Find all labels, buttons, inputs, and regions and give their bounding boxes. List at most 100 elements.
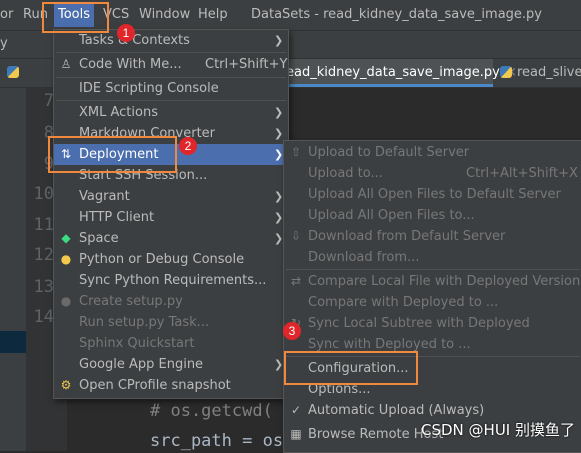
compare-icon: ⇄ xyxy=(290,274,302,288)
line-number: 13 xyxy=(33,277,54,297)
python-file-icon xyxy=(500,66,512,78)
menu-item-label: Sphinx Quickstart xyxy=(79,336,195,351)
profile-icon: ⚙ xyxy=(60,378,72,392)
tools-menu: Tasks & Contexts ❯ ♙ Code With Me... Ctr… xyxy=(53,29,289,399)
menu-item-open-cprofile-snapshot[interactable]: ⚙ Open CProfile snapshot xyxy=(54,375,288,396)
deployment-submenu: ⇧ Upload to Default Server Upload to... … xyxy=(283,140,581,453)
menu-item-upload-default-server: ⇧ Upload to Default Server xyxy=(284,142,581,163)
menu-item-label: XML Actions xyxy=(79,105,158,120)
menu-item-label: Upload to... xyxy=(308,166,383,181)
menu-item-sync-python-requirements[interactable]: Sync Python Requirements... xyxy=(54,270,288,291)
menu-item-label: Python or Debug Console xyxy=(79,252,245,267)
python-icon: ● xyxy=(60,252,72,266)
menu-separator xyxy=(286,269,580,270)
annotation-box-tools xyxy=(42,2,109,33)
nav-label: y xyxy=(0,36,8,51)
menu-item-label: Download from Default Server xyxy=(308,229,506,244)
window-title: DataSets - read_kidney_data_save_image.p… xyxy=(251,7,542,22)
menu-item-python-debug-console[interactable]: ● Python or Debug Console xyxy=(54,249,288,270)
menu-item-label: Sync Local Subtree with Deployed xyxy=(308,316,530,331)
menu-item-download-from: Download from... xyxy=(284,247,581,268)
menu-item-ide-scripting-console[interactable]: IDE Scripting Console xyxy=(54,78,288,99)
tab-label: ead_kidney_data_save_image.py xyxy=(286,65,500,80)
menu-item-shortcut: Ctrl+Alt+Shift+X xyxy=(466,166,578,181)
menu-item-label: Upload All Open Files to Default Server xyxy=(308,187,561,202)
menu-item-tasks-contexts[interactable]: Tasks & Contexts ❯ xyxy=(54,30,288,51)
menu-item-label: Code With Me... xyxy=(79,57,182,72)
menu-item-upload-to: Upload to... Ctrl+Alt+Shift+X xyxy=(284,163,581,184)
annotation-badge-3: 3 xyxy=(283,322,301,340)
menu-item-label: Vagrant xyxy=(79,189,130,204)
menu-item-label: Create setup.py xyxy=(79,294,183,309)
menu-item-http-client[interactable]: HTTP Client ❯ xyxy=(54,207,288,228)
tab-read-kidney-data[interactable]: ead_kidney_data_save_image.py× xyxy=(266,59,517,87)
watermark: CSDN @HUI 别摸鱼了 xyxy=(421,421,575,439)
menu-item-upload-all-open-default: Upload All Open Files to Default Server xyxy=(284,184,581,205)
tab-read-sliver[interactable]: read_sliver xyxy=(497,59,581,87)
menu-item-compare-local-deployed: ⇄ Compare Local File with Deployed Versi… xyxy=(284,271,581,292)
space-icon: ◆ xyxy=(61,231,71,245)
menu-item-sphinx-quickstart: Sphinx Quickstart xyxy=(54,333,288,354)
menu-item-google-app-engine[interactable]: Google App Engine ❯ xyxy=(54,354,288,375)
menu-item-label: IDE Scripting Console xyxy=(79,81,219,96)
annotation-box-configuration xyxy=(284,351,418,385)
menu-item-vagrant[interactable]: Vagrant ❯ xyxy=(54,186,288,207)
menu-item-label: Compare with Deployed to ... xyxy=(308,295,499,310)
menu-item-label: Space xyxy=(79,231,119,246)
menu-item-sync-local-subtree: ↻ Sync Local Subtree with Deployed xyxy=(284,313,581,334)
menu-item-xml-actions[interactable]: XML Actions ❯ xyxy=(54,102,288,123)
menu-item-label: HTTP Client xyxy=(79,210,155,225)
browse-icon: ▦ xyxy=(290,427,302,441)
chevron-right-icon: ❯ xyxy=(274,358,284,371)
tab-label: read_sliver xyxy=(517,65,581,80)
python-file-icon xyxy=(7,66,19,78)
line-number: 14 xyxy=(33,307,54,327)
menu-separator xyxy=(56,52,286,53)
menu-item-run-setup-py-task: Run setup.py Task... xyxy=(54,312,288,333)
left-tool-panel xyxy=(0,88,27,451)
menu-file-partial[interactable]: or xyxy=(0,7,13,22)
menu-item-compare-deployed-to: Compare with Deployed to ... xyxy=(284,292,581,313)
menu-item-label: Automatic Upload (Always) xyxy=(308,403,485,418)
menu-item-label: Sync Python Requirements... xyxy=(79,273,267,288)
annotation-badge-2: 2 xyxy=(179,137,197,155)
menu-item-automatic-upload[interactable]: ✓ Automatic Upload (Always) xyxy=(284,400,581,421)
menu-item-label: Upload All Open Files to... xyxy=(308,208,475,223)
line-number: 7 xyxy=(43,91,54,111)
code-line-comment[interactable]: # os.getcwd( xyxy=(150,401,273,421)
menu-item-label: Run setup.py Task... xyxy=(79,315,210,330)
menu-item-download-default-server: ⇩ Download from Default Server xyxy=(284,226,581,247)
chevron-right-icon: ❯ xyxy=(274,34,284,47)
chevron-right-icon: ❯ xyxy=(274,148,284,161)
people-icon: ♙ xyxy=(60,57,72,71)
menu-item-upload-all-open-to: Upload All Open Files to... xyxy=(284,205,581,226)
menu-item-space[interactable]: ◆ Space ❯ xyxy=(54,228,288,249)
menu-item-label: Google App Engine xyxy=(79,357,204,372)
chevron-right-icon: ❯ xyxy=(274,190,284,203)
menu-help[interactable]: Help xyxy=(198,7,228,22)
chevron-right-icon: ❯ xyxy=(274,106,284,119)
line-number: 10 xyxy=(33,184,54,204)
upload-icon: ⇧ xyxy=(290,145,302,159)
menu-item-code-with-me[interactable]: ♙ Code With Me... Ctrl+Shift+Y xyxy=(54,54,288,75)
menu-separator xyxy=(56,100,286,101)
download-icon: ⇩ xyxy=(290,229,302,243)
menu-item-create-setup-py: ● Create setup.py xyxy=(54,291,288,312)
check-icon: ✓ xyxy=(290,403,302,417)
annotation-box-deployment xyxy=(48,136,177,173)
menu-item-shortcut: Ctrl+Shift+Y xyxy=(205,57,288,72)
line-number: 11 xyxy=(33,215,54,235)
menu-item-label: Upload to Default Server xyxy=(308,145,470,160)
menu-window[interactable]: Window xyxy=(139,7,190,22)
line-number: 12 xyxy=(33,245,54,265)
chevron-right-icon: ❯ xyxy=(274,211,284,224)
chevron-right-icon: ❯ xyxy=(274,232,284,245)
annotation-badge-1: 1 xyxy=(117,24,135,42)
python-icon: ● xyxy=(60,294,72,308)
menu-item-label: Open CProfile snapshot xyxy=(79,378,231,393)
menu-item-label: Compare Local File with Deployed Version xyxy=(308,274,581,289)
chevron-right-icon: ❯ xyxy=(274,127,284,140)
menu-item-label: Download from... xyxy=(308,250,420,265)
tab-left-partial[interactable] xyxy=(4,59,20,87)
project-tree-selection[interactable] xyxy=(0,331,26,353)
